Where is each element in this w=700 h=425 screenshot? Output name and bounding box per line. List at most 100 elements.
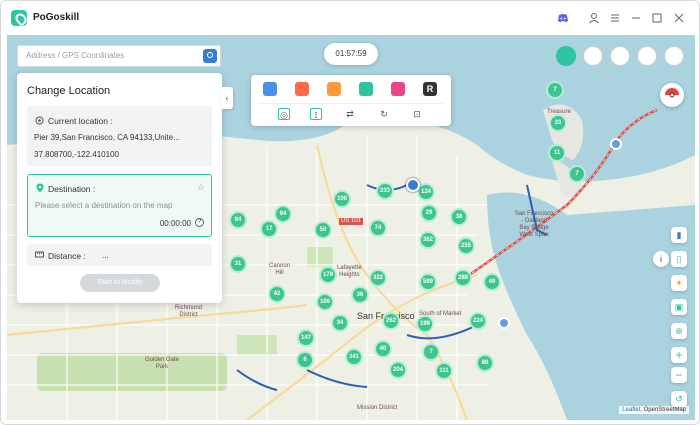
save-icon[interactable]: ▣ <box>671 299 687 315</box>
r-app-icon[interactable]: R <box>423 82 437 96</box>
package-icon[interactable]: ⊡ <box>411 108 423 120</box>
map-cluster[interactable]: 341 <box>345 348 363 366</box>
route-mode-icon[interactable]: ⟟ <box>310 108 322 120</box>
map-label-mission: Mission District <box>357 405 398 411</box>
help-circle-icon[interactable]: ? <box>195 218 204 227</box>
start-modify-button[interactable]: Start to Modify <box>80 274 160 292</box>
map-cluster[interactable]: 33 <box>549 114 567 132</box>
distance-value: ... <box>102 251 109 260</box>
destination-placeholder: Please select a destination on the map <box>35 201 173 210</box>
monster-hunter-app-icon[interactable] <box>295 82 309 96</box>
joystick-mode-button[interactable] <box>637 46 657 66</box>
map-cluster[interactable]: 17 <box>260 220 278 238</box>
map-cluster[interactable]: 322 <box>369 269 387 287</box>
map-cluster[interactable]: 233 <box>376 182 394 200</box>
pokestop-pin-icon[interactable] <box>610 138 622 150</box>
map-cluster[interactable]: 88 <box>476 354 494 372</box>
swap-icon[interactable]: ⇄ <box>344 108 356 120</box>
map-cluster[interactable]: 49 <box>483 273 501 291</box>
app-window: PoGoskill Treasure San Francisco - Oakla… <box>0 0 700 425</box>
maximize-icon[interactable] <box>651 12 663 24</box>
current-location-pin-icon[interactable] <box>406 178 420 192</box>
map-label-lafayette: Lafayette Heights <box>337 265 362 278</box>
map-cluster[interactable]: 147 <box>297 329 315 347</box>
map-cluster[interactable]: 42 <box>268 285 286 303</box>
map-cluster[interactable]: 288 <box>454 269 472 287</box>
map-cluster[interactable]: 204 <box>389 361 407 379</box>
map-label-cannon-hill: Cannon Hill <box>269 263 291 276</box>
map-cluster[interactable]: 106 <box>333 190 351 208</box>
refresh-icon[interactable]: ↻ <box>378 108 390 120</box>
jump-mode-button[interactable] <box>664 46 684 66</box>
phone-icon[interactable]: ▮ <box>671 227 687 243</box>
zoom-in-icon[interactable]: + <box>671 347 687 363</box>
destination-card[interactable]: Destination : ☆ Please select a destinat… <box>27 174 212 237</box>
search-field[interactable]: Address / GPS Coordinates <box>17 45 221 67</box>
zoom-out-icon[interactable]: − <box>671 367 687 383</box>
pokemon-go-app-icon[interactable] <box>263 82 277 96</box>
map-cluster[interactable]: 7 <box>422 343 440 361</box>
multi-spot-mode-button[interactable] <box>610 46 630 66</box>
favorite-star-icon[interactable]: ☆ <box>197 182 205 193</box>
map-app-icon[interactable] <box>359 82 373 96</box>
map-cluster[interactable]: 111 <box>435 362 453 380</box>
minimize-icon[interactable] <box>630 12 642 24</box>
toolbar-divider <box>259 103 443 104</box>
current-location-card: Current location : Pier 39,San Francisco… <box>27 106 212 166</box>
two-spot-mode-button[interactable] <box>583 46 603 66</box>
map-cluster[interactable]: 31 <box>229 255 247 273</box>
map-cluster[interactable]: 599 <box>419 273 437 291</box>
search-icon[interactable] <box>203 49 217 63</box>
info-icon[interactable]: i <box>653 251 669 267</box>
current-coordinates: 37.808700,-122.410100 <box>34 150 119 159</box>
teleport-mode-icon[interactable]: ◎ <box>278 108 290 120</box>
location-target-icon <box>35 116 44 125</box>
destination-pin-icon <box>36 183 44 193</box>
map-cluster[interactable]: 199 <box>416 315 434 333</box>
locate-icon[interactable]: ⊕ <box>671 323 687 339</box>
map-cluster[interactable]: 29 <box>420 204 438 222</box>
collapse-panel-icon[interactable]: ‹ <box>221 87 233 109</box>
map-cluster[interactable]: 34 <box>331 314 349 332</box>
teleport-mode-button[interactable] <box>556 46 576 66</box>
pokeball-icon <box>665 88 679 102</box>
titlebar: PoGoskill <box>1 1 699 35</box>
map-cluster[interactable]: 11 <box>548 144 566 162</box>
map-attribution: Leaflet, OpenStreetMap <box>619 406 689 414</box>
highway-shield: US 101 <box>339 218 364 225</box>
close-icon[interactable] <box>673 12 685 24</box>
map-cluster[interactable]: 38 <box>450 208 468 226</box>
social-app-icon[interactable] <box>391 82 405 96</box>
map-cluster[interactable]: 255 <box>457 237 475 255</box>
map-cluster[interactable]: 94 <box>274 205 292 223</box>
cooldown-timer: 01:57:59 <box>324 43 378 65</box>
map-cluster[interactable]: 94 <box>229 211 247 229</box>
map-cluster[interactable]: 224 <box>469 312 487 330</box>
map-cluster[interactable]: 50 <box>314 221 332 239</box>
battery-icon[interactable]: ▯ <box>671 251 687 267</box>
game-app-icon[interactable] <box>327 82 341 96</box>
map-cluster[interactable]: 362 <box>419 231 437 249</box>
map-cluster[interactable]: 106 <box>316 293 334 311</box>
gift-icon[interactable]: ✦ <box>671 275 687 291</box>
map-cluster[interactable]: 6 <box>296 351 314 369</box>
app-logo-icon <box>11 10 27 26</box>
search-input[interactable]: Address / GPS Coordinates <box>26 51 124 60</box>
menu-icon[interactable] <box>609 12 621 24</box>
destination-label: Destination : <box>48 184 96 194</box>
map-cluster[interactable]: 7 <box>568 165 586 183</box>
map-cluster[interactable]: 262 <box>382 312 400 330</box>
undo-icon[interactable]: ↺ <box>671 391 687 407</box>
map-cluster[interactable]: 36 <box>351 286 369 304</box>
map-label-richmond: Richmond District <box>175 305 203 318</box>
leaflet-link[interactable]: Leaflet <box>622 407 640 413</box>
user-icon[interactable] <box>588 12 600 24</box>
map-cluster[interactable]: 74 <box>369 219 387 237</box>
map-cluster[interactable]: 7 <box>546 81 564 99</box>
map-cluster[interactable]: 40 <box>374 340 392 358</box>
map-cluster[interactable]: 179 <box>319 266 337 284</box>
discord-icon[interactable] <box>557 12 569 24</box>
distance-label: Distance : <box>48 251 86 261</box>
pokestop-pin-icon[interactable] <box>498 317 510 329</box>
pokeball-button[interactable] <box>660 83 684 107</box>
